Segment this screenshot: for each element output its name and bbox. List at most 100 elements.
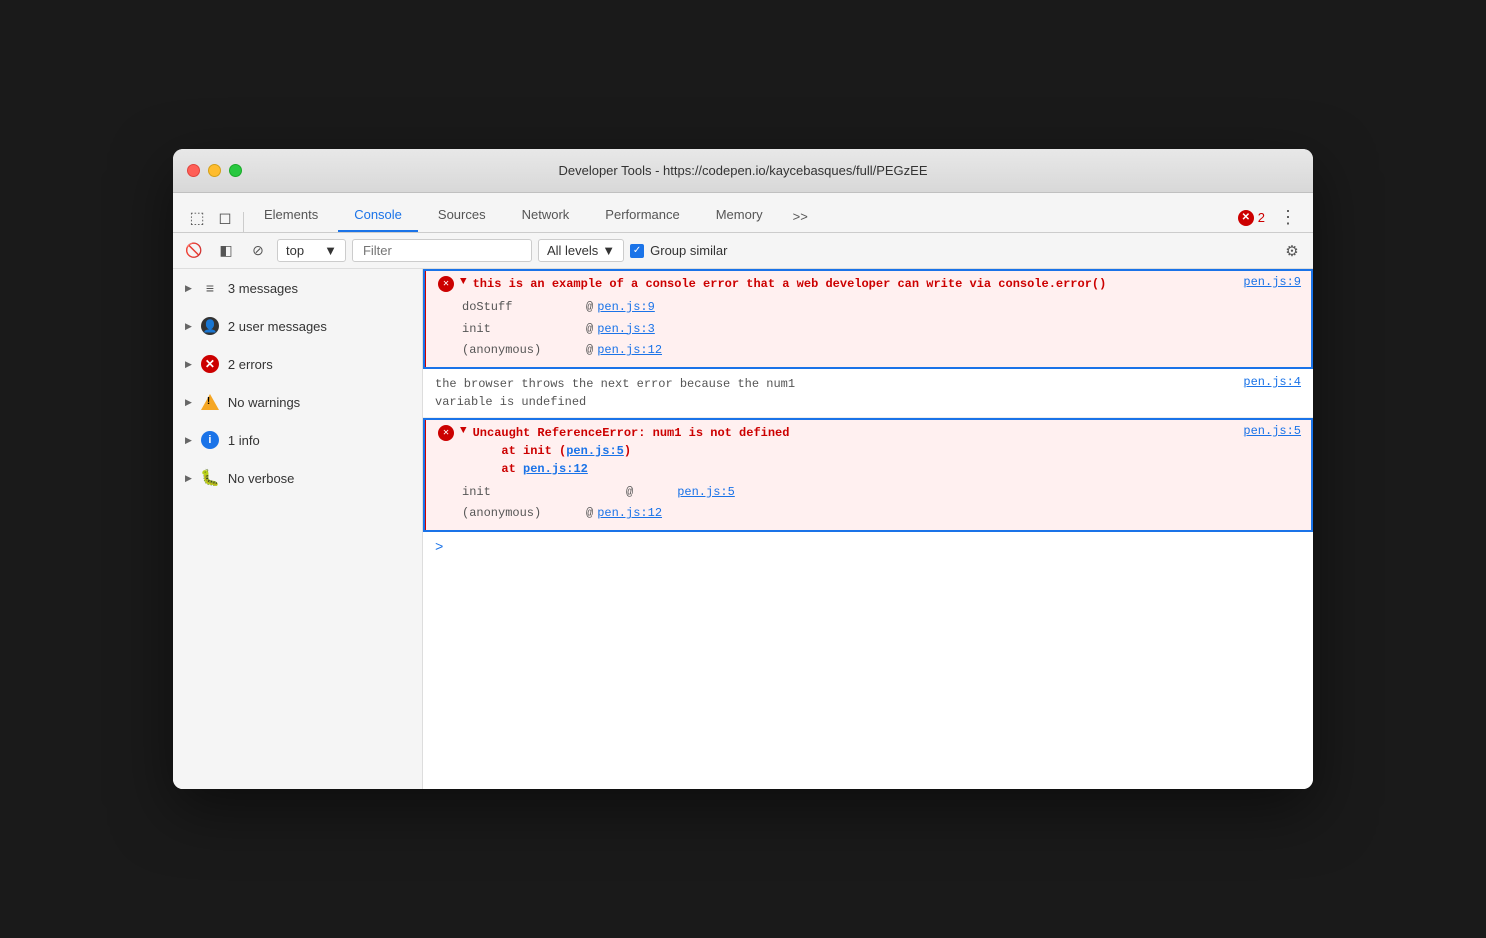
context-arrow-icon: ▼	[324, 243, 337, 258]
info-circle-icon: i	[201, 431, 219, 449]
warning-icon: !	[200, 392, 220, 412]
stack-link[interactable]: pen.js:12	[597, 340, 662, 362]
expand-arrow-icon: ▶	[185, 435, 192, 446]
error-circle-icon: ✕	[1238, 210, 1254, 226]
console-prompt[interactable]: >	[423, 532, 1313, 564]
stack-line-4: init @ pen.js:5	[462, 482, 1301, 504]
close-button[interactable]	[187, 164, 200, 177]
stack-link[interactable]: pen.js:5	[677, 482, 735, 504]
stack-at: @	[586, 340, 593, 362]
separator	[243, 212, 244, 232]
tab-memory[interactable]: Memory	[700, 199, 779, 232]
settings-gear-icon[interactable]: ⚙	[1279, 238, 1305, 264]
stack-func: (anonymous)	[462, 503, 582, 525]
group-similar-label: Group similar	[650, 243, 727, 258]
stack-link[interactable]: pen.js:9	[597, 297, 655, 319]
expand-arrow-icon: ▶	[185, 473, 192, 484]
tab-sources[interactable]: Sources	[422, 199, 502, 232]
tab-bar: ⬚ ◻ Elements Console Sources Network Per…	[173, 193, 1313, 233]
inspect-icon[interactable]: ◻	[211, 204, 239, 232]
group-similar-toggle[interactable]: ✓ Group similar	[630, 243, 727, 258]
levels-select[interactable]: All levels ▼	[538, 239, 624, 262]
error-badge[interactable]: ✕ 2	[1238, 210, 1265, 226]
collapse-arrow-icon[interactable]: ▼	[460, 276, 467, 288]
minimize-button[interactable]	[208, 164, 221, 177]
stack-link[interactable]: pen.js:3	[597, 319, 655, 341]
user-avatar-icon: 👤	[201, 317, 219, 335]
cursor-tool-icon[interactable]: ⬚	[183, 204, 211, 232]
collapse-arrow-icon[interactable]: ▼	[460, 425, 467, 437]
stack-trace-2: init @ pen.js:5 (anonymous) @ pen.js:12	[438, 482, 1301, 525]
info-location[interactable]: pen.js:4	[1243, 375, 1301, 389]
error-count: 2	[1258, 210, 1265, 225]
window-title: Developer Tools - https://codepen.io/kay…	[558, 163, 927, 178]
sidebar-info-label: 1 info	[228, 433, 260, 448]
console-output: ✕ ▼ this is an example of a console erro…	[423, 269, 1313, 789]
tab-elements[interactable]: Elements	[248, 199, 334, 232]
expand-arrow-icon: ▶	[185, 283, 192, 294]
stack-line-3: (anonymous) @ pen.js:12	[462, 340, 1301, 362]
stack-line-2: init @ pen.js:3	[462, 319, 1301, 341]
sidebar-user-messages-label: 2 user messages	[228, 319, 327, 334]
tab-network[interactable]: Network	[506, 199, 586, 232]
error-icon: ✕	[200, 354, 220, 374]
stack-trace-1: doStuff @ pen.js:9 init @ pen.js:3 (anon…	[438, 297, 1301, 362]
levels-value: All levels	[547, 243, 598, 258]
sidebar-item-info[interactable]: ▶ i 1 info	[173, 421, 422, 459]
error-message-2: Uncaught ReferenceError: num1 is not def…	[473, 424, 1238, 478]
error-icon-1: ✕	[438, 276, 454, 292]
info-header: the browser throws the next error becaus…	[435, 375, 1301, 411]
console-error-entry-1: ✕ ▼ this is an example of a console erro…	[423, 269, 1313, 369]
sidebar-item-errors[interactable]: ▶ ✕ 2 errors	[173, 345, 422, 383]
error-location-2[interactable]: pen.js:5	[1243, 424, 1301, 438]
stack-line-1: doStuff @ pen.js:9	[462, 297, 1301, 319]
clear-console-icon[interactable]: 🚫	[181, 238, 207, 264]
context-value: top	[286, 243, 304, 258]
expand-arrow-icon: ▶	[185, 397, 192, 408]
sidebar-item-messages[interactable]: ▶ ≡ 3 messages	[173, 269, 422, 307]
main-content: ▶ ≡ 3 messages ▶ 👤 2 user messages ▶ ✕ 2…	[173, 269, 1313, 789]
stack-link-inline-2[interactable]: pen.js:12	[523, 462, 588, 476]
tab-right-actions: ✕ 2 ⋮	[1238, 203, 1303, 232]
stack-line-5: (anonymous) @ pen.js:12	[462, 503, 1301, 525]
sidebar-item-user-messages[interactable]: ▶ 👤 2 user messages	[173, 307, 422, 345]
more-menu-icon[interactable]: ⋮	[1273, 203, 1303, 232]
tab-performance[interactable]: Performance	[589, 199, 695, 232]
traffic-lights	[187, 164, 242, 177]
tab-more[interactable]: >>	[783, 201, 818, 232]
stack-link-inline[interactable]: pen.js:5	[566, 444, 624, 458]
stack-func: doStuff	[462, 297, 582, 319]
stack-func: (anonymous)	[462, 340, 582, 362]
stack-at: @	[586, 319, 593, 341]
devtools-window: Developer Tools - https://codepen.io/kay…	[173, 149, 1313, 789]
group-similar-checkbox[interactable]: ✓	[630, 244, 644, 258]
sidebar-messages-label: 3 messages	[228, 281, 298, 296]
error-header-1: ✕ ▼ this is an example of a console erro…	[438, 275, 1301, 293]
user-icon: 👤	[200, 316, 220, 336]
stack-link[interactable]: pen.js:12	[597, 503, 662, 525]
block-icon[interactable]: ⊘	[245, 238, 271, 264]
error-location-1[interactable]: pen.js:9	[1243, 275, 1301, 289]
sidebar-item-warnings[interactable]: ▶ ! No warnings	[173, 383, 422, 421]
stack-at: @	[586, 297, 593, 319]
console-info-entry: the browser throws the next error becaus…	[423, 369, 1313, 418]
filter-input[interactable]	[352, 239, 532, 262]
sidebar-item-verbose[interactable]: ▶ 🐛 No verbose	[173, 459, 422, 497]
messages-icon: ≡	[200, 278, 220, 298]
stack-at: @	[586, 482, 673, 504]
sidebar-verbose-label: No verbose	[228, 471, 294, 486]
info-message: the browser throws the next error becaus…	[435, 375, 1237, 411]
stack-at: @	[586, 503, 593, 525]
info-icon: i	[200, 430, 220, 450]
stack-func: init	[462, 319, 582, 341]
prompt-symbol: >	[435, 540, 443, 556]
maximize-button[interactable]	[229, 164, 242, 177]
show-sidebar-icon[interactable]: ◧	[213, 238, 239, 264]
sidebar-warnings-label: No warnings	[228, 395, 300, 410]
console-toolbar: 🚫 ◧ ⊘ top ▼ All levels ▼ ✓ Group similar…	[173, 233, 1313, 269]
warning-triangle-icon: !	[201, 394, 219, 410]
verbose-icon: 🐛	[200, 468, 220, 488]
context-select[interactable]: top ▼	[277, 239, 346, 262]
tab-console[interactable]: Console	[338, 199, 418, 232]
error-icon-2: ✕	[438, 425, 454, 441]
